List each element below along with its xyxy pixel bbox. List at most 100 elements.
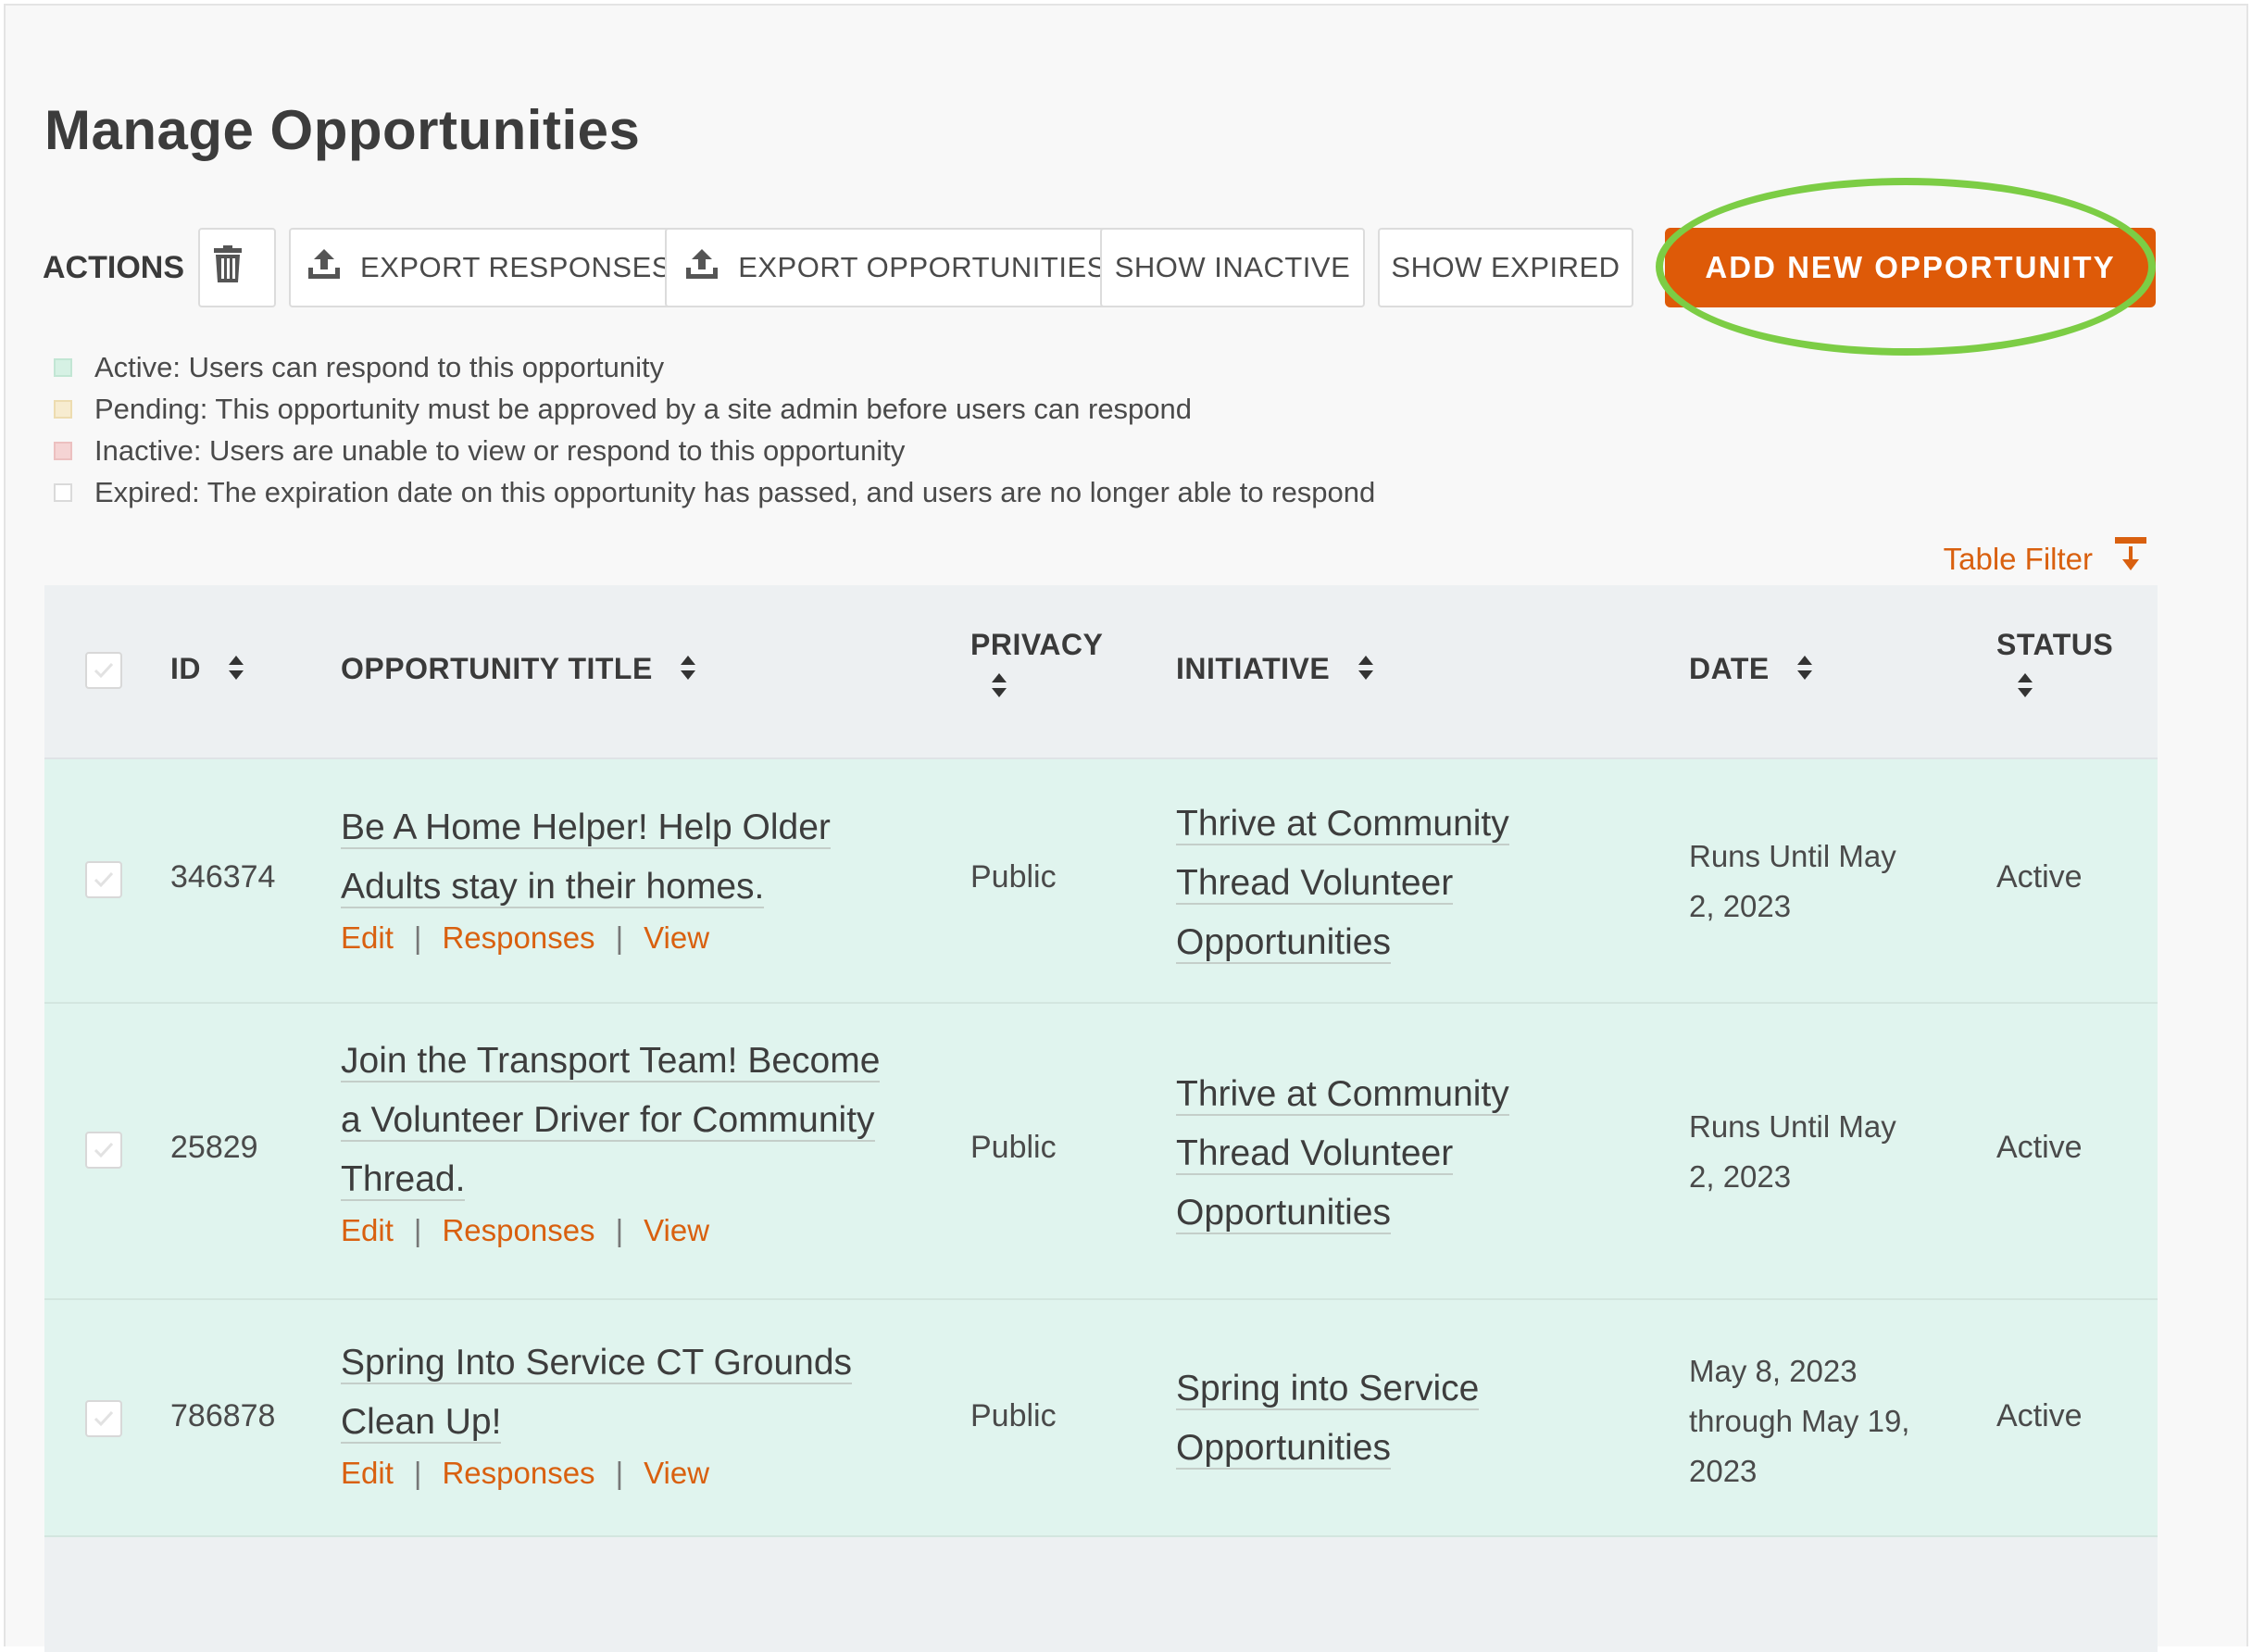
edit-link[interactable]: Edit: [341, 1213, 394, 1247]
opportunity-title-link[interactable]: Join the Transport Team! Become: [341, 1041, 881, 1083]
edit-link[interactable]: Edit: [341, 920, 394, 955]
row-date-cell: Runs Until May 2, 2023: [1689, 832, 1896, 932]
opportunity-title-link[interactable]: Adults stay in their homes.: [341, 867, 765, 908]
separator: |: [413, 1456, 422, 1490]
responses-link[interactable]: Responses: [442, 1456, 594, 1490]
initiative-link[interactable]: Spring into Service: [1176, 1369, 1480, 1410]
responses-link[interactable]: Responses: [442, 1213, 594, 1247]
row-status: Active: [1996, 1130, 2083, 1165]
legend-active-text: Active: Users can respond to this opport…: [94, 350, 665, 383]
initiative-link[interactable]: Thread Volunteer: [1176, 1133, 1454, 1175]
sort-icon: [228, 654, 244, 689]
add-new-opportunity-button[interactable]: ADD NEW OPPORTUNITY: [1665, 228, 2156, 307]
view-link[interactable]: View: [644, 1456, 709, 1490]
active-swatch: [54, 357, 72, 377]
header-initiative[interactable]: INITIATIVE: [1176, 652, 1374, 689]
legend-pending: Pending: This opportunity must be approv…: [54, 388, 1375, 430]
header-privacy-label: PRIVACY: [970, 628, 1104, 661]
initiative-link[interactable]: Opportunities: [1176, 922, 1391, 964]
select-all-checkbox[interactable]: [85, 652, 122, 689]
row-privacy: Public: [970, 1398, 1057, 1433]
separator: |: [615, 1213, 624, 1247]
header-opportunity-title[interactable]: OPPORTUNITY TITLE: [341, 652, 696, 689]
separator: |: [615, 1456, 624, 1490]
row-privacy: Public: [970, 859, 1057, 895]
export-responses-button[interactable]: EXPORT RESPONSES: [289, 228, 689, 307]
sort-icon: [2017, 671, 2113, 707]
legend-pending-text: Pending: This opportunity must be approv…: [94, 392, 1193, 425]
date-line: 2, 2023: [1689, 889, 1792, 923]
view-link[interactable]: View: [644, 1213, 709, 1247]
edit-link[interactable]: Edit: [341, 1456, 394, 1490]
separator: |: [413, 920, 422, 955]
initiative-link[interactable]: Thrive at Community: [1176, 804, 1509, 845]
legend-inactive: Inactive: Users are unable to view or re…: [54, 430, 1375, 471]
date-line: 2, 2023: [1689, 1159, 1792, 1194]
initiative-link[interactable]: Thread Volunteer: [1176, 863, 1454, 905]
table-filter-button[interactable]: Table Filter: [1944, 537, 2146, 582]
row-checkbox[interactable]: [85, 861, 122, 898]
date-line: Runs Until May: [1689, 839, 1896, 873]
row-status: Active: [1996, 859, 2083, 895]
opportunity-title-link[interactable]: a Volunteer Driver for Community: [341, 1100, 875, 1142]
row-actions: Edit|Responses|ActiveView: [341, 920, 831, 956]
header-id[interactable]: ID: [170, 652, 244, 689]
filter-icon: [2093, 537, 2146, 582]
opportunity-title-link[interactable]: Be A Home Helper! Help Older: [341, 807, 831, 849]
row-initiative-cell: Spring into Service Opportunities: [1176, 1359, 1480, 1478]
sort-icon: [1357, 654, 1374, 689]
row-id: 346374: [170, 859, 276, 895]
header-status-label: STATUS: [1996, 628, 2114, 661]
initiative-link[interactable]: Thrive at Community: [1176, 1074, 1509, 1116]
date-line: 2023: [1689, 1454, 1758, 1488]
initiative-link[interactable]: Opportunities: [1176, 1193, 1391, 1234]
table-row: 25829 Join the Transport Team! Become a …: [44, 1004, 2158, 1300]
sort-icon: [991, 671, 1119, 707]
status-legend: Active: Users can respond to this opport…: [54, 346, 1375, 513]
export-responses-label: EXPORT RESPONSES: [360, 251, 671, 283]
header-status[interactable]: STATUS: [1996, 628, 2113, 707]
date-line: May 8, 2023: [1689, 1354, 1858, 1388]
table-row: 346374 Be A Home Helper! Help Older Adul…: [44, 759, 2158, 1004]
table-row: 786878 Spring Into Service CT Grounds Cl…: [44, 1300, 2158, 1537]
header-date[interactable]: DATE: [1689, 652, 1813, 689]
table-header: ID OPPORTUNITY TITLE PRIVACY INITIATIVE …: [44, 585, 2158, 759]
row-privacy: Public: [970, 1130, 1057, 1165]
initiative-link[interactable]: Opportunities: [1176, 1428, 1391, 1470]
row-title-cell: Join the Transport Team! Become a Volunt…: [341, 1032, 881, 1248]
opportunity-title-link[interactable]: Thread.: [341, 1159, 466, 1201]
row-actions: Edit | Responses | View: [341, 1213, 880, 1248]
delete-button[interactable]: [198, 228, 276, 307]
expired-swatch: [54, 482, 72, 502]
upload-icon: [307, 247, 360, 288]
inactive-swatch: [54, 441, 72, 460]
export-opportunities-label: EXPORT OPPORTUNITIES: [738, 251, 1107, 283]
page-title: Manage Opportunities: [44, 99, 641, 161]
sort-icon: [1796, 654, 1813, 689]
legend-expired-text: Expired: The expiration date on this opp…: [94, 475, 1376, 508]
page-frame: Manage Opportunities ACTIONS EXPORT RESP…: [4, 4, 2248, 1652]
header-privacy[interactable]: PRIVACY: [970, 628, 1119, 707]
header-title-label: OPPORTUNITY TITLE: [341, 652, 653, 685]
row-date-cell: Runs Until May 2, 2023: [1689, 1102, 1896, 1202]
pending-swatch: [54, 399, 72, 419]
date-line: Runs Until May: [1689, 1109, 1896, 1144]
show-expired-button[interactable]: SHOW EXPIRED: [1378, 228, 1633, 307]
header-initiative-label: INITIATIVE: [1176, 652, 1331, 685]
row-date-cell: May 8, 2023 through May 19, 2023: [1689, 1346, 1909, 1496]
table-filter-label: Table Filter: [1943, 542, 2093, 576]
actions-label: ACTIONS: [43, 250, 184, 285]
header-id-label: ID: [170, 652, 201, 685]
show-inactive-button[interactable]: SHOW INACTIVE: [1100, 228, 1365, 307]
opportunity-title-link[interactable]: Clean Up!: [341, 1402, 502, 1444]
export-opportunities-button[interactable]: EXPORT OPPORTUNITIES: [665, 228, 1126, 307]
row-checkbox[interactable]: [85, 1132, 122, 1169]
legend-inactive-text: Inactive: Users are unable to view or re…: [94, 433, 906, 467]
date-line: through May 19,: [1689, 1404, 1910, 1438]
row-checkbox[interactable]: [85, 1400, 122, 1437]
responses-link[interactable]: Responses: [442, 920, 594, 955]
view-link[interactable]: View: [644, 920, 709, 955]
row-title-cell: Be A Home Helper! Help Older Adults stay…: [341, 798, 831, 956]
row-status: Active: [1996, 1398, 2083, 1433]
opportunity-title-link[interactable]: Spring Into Service CT Grounds: [341, 1343, 853, 1384]
